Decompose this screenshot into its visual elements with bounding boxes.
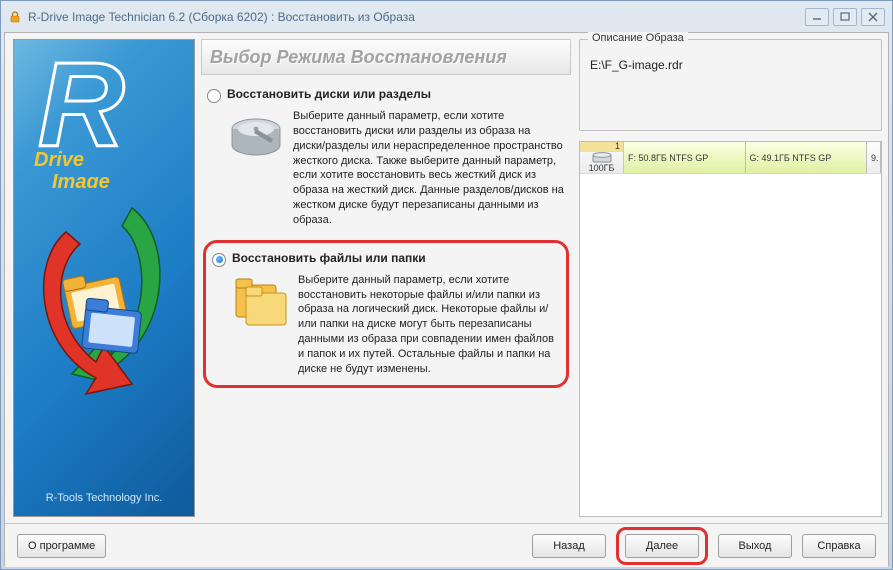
partition-tail[interactable]: 9. [867, 142, 881, 173]
radio-restore-files[interactable] [212, 253, 226, 267]
image-description-legend: Описание Образа [588, 32, 688, 44]
partition-f[interactable]: F: 50.8ГБ NTFS GP [624, 142, 746, 173]
partition-g[interactable]: G: 49.1ГБ NTFS GP [746, 142, 868, 173]
brand-logo: R Drive Image [24, 48, 184, 188]
brand-footer: R-Tools Technology Inc. [22, 488, 186, 508]
option-restore-files-label: Восстановить файлы или папки [232, 251, 426, 265]
next-button[interactable]: Далее [625, 534, 699, 558]
lock-icon [8, 10, 22, 24]
option-restore-disks[interactable]: Восстановить диски или разделы [203, 85, 569, 236]
brand-line1: Drive [34, 149, 84, 171]
close-button[interactable] [861, 8, 885, 26]
radio-restore-disks[interactable] [207, 89, 221, 103]
image-description-group: Описание Образа E:\F_G-image.rdr [579, 39, 882, 131]
hard-drive-icon [227, 109, 285, 167]
disk-layout-panel[interactable]: 1 100ГБ F: 50.8ГБ NTFS GP G: 49.1ГБ NTFS… [579, 141, 882, 517]
brand-illustration [22, 188, 186, 488]
sidebar: R Drive Image [13, 39, 195, 517]
next-button-highlight: Далее [616, 527, 708, 565]
button-bar: О программе Назад Далее Выход Справка [5, 523, 888, 567]
window-title: R-Drive Image Technician 6.2 (Сборка 620… [28, 10, 805, 24]
image-path: E:\F_G-image.rdr [590, 58, 871, 72]
back-button[interactable]: Назад [532, 534, 606, 558]
disk-header: 1 100ГБ [580, 142, 624, 173]
folder-icon [232, 273, 290, 331]
about-button[interactable]: О программе [17, 534, 106, 558]
maximize-button[interactable] [833, 8, 857, 26]
option-restore-files-desc: Выберите данный параметр, если хотите во… [298, 273, 560, 377]
disk-row[interactable]: 1 100ГБ F: 50.8ГБ NTFS GP G: 49.1ГБ NTFS… [580, 142, 881, 174]
page-title: Выбор Режима Восстановления [201, 39, 571, 75]
minimize-button[interactable] [805, 8, 829, 26]
option-restore-files[interactable]: Восстановить файлы или папки [203, 240, 569, 388]
svg-text:Image: Image [52, 171, 110, 188]
titlebar: R-Drive Image Technician 6.2 (Сборка 620… [4, 4, 889, 30]
exit-button[interactable]: Выход [718, 534, 792, 558]
option-restore-disks-desc: Выберите данный параметр, если хотите во… [293, 109, 565, 228]
option-restore-disks-label: Восстановить диски или разделы [227, 87, 431, 101]
help-button[interactable]: Справка [802, 534, 876, 558]
